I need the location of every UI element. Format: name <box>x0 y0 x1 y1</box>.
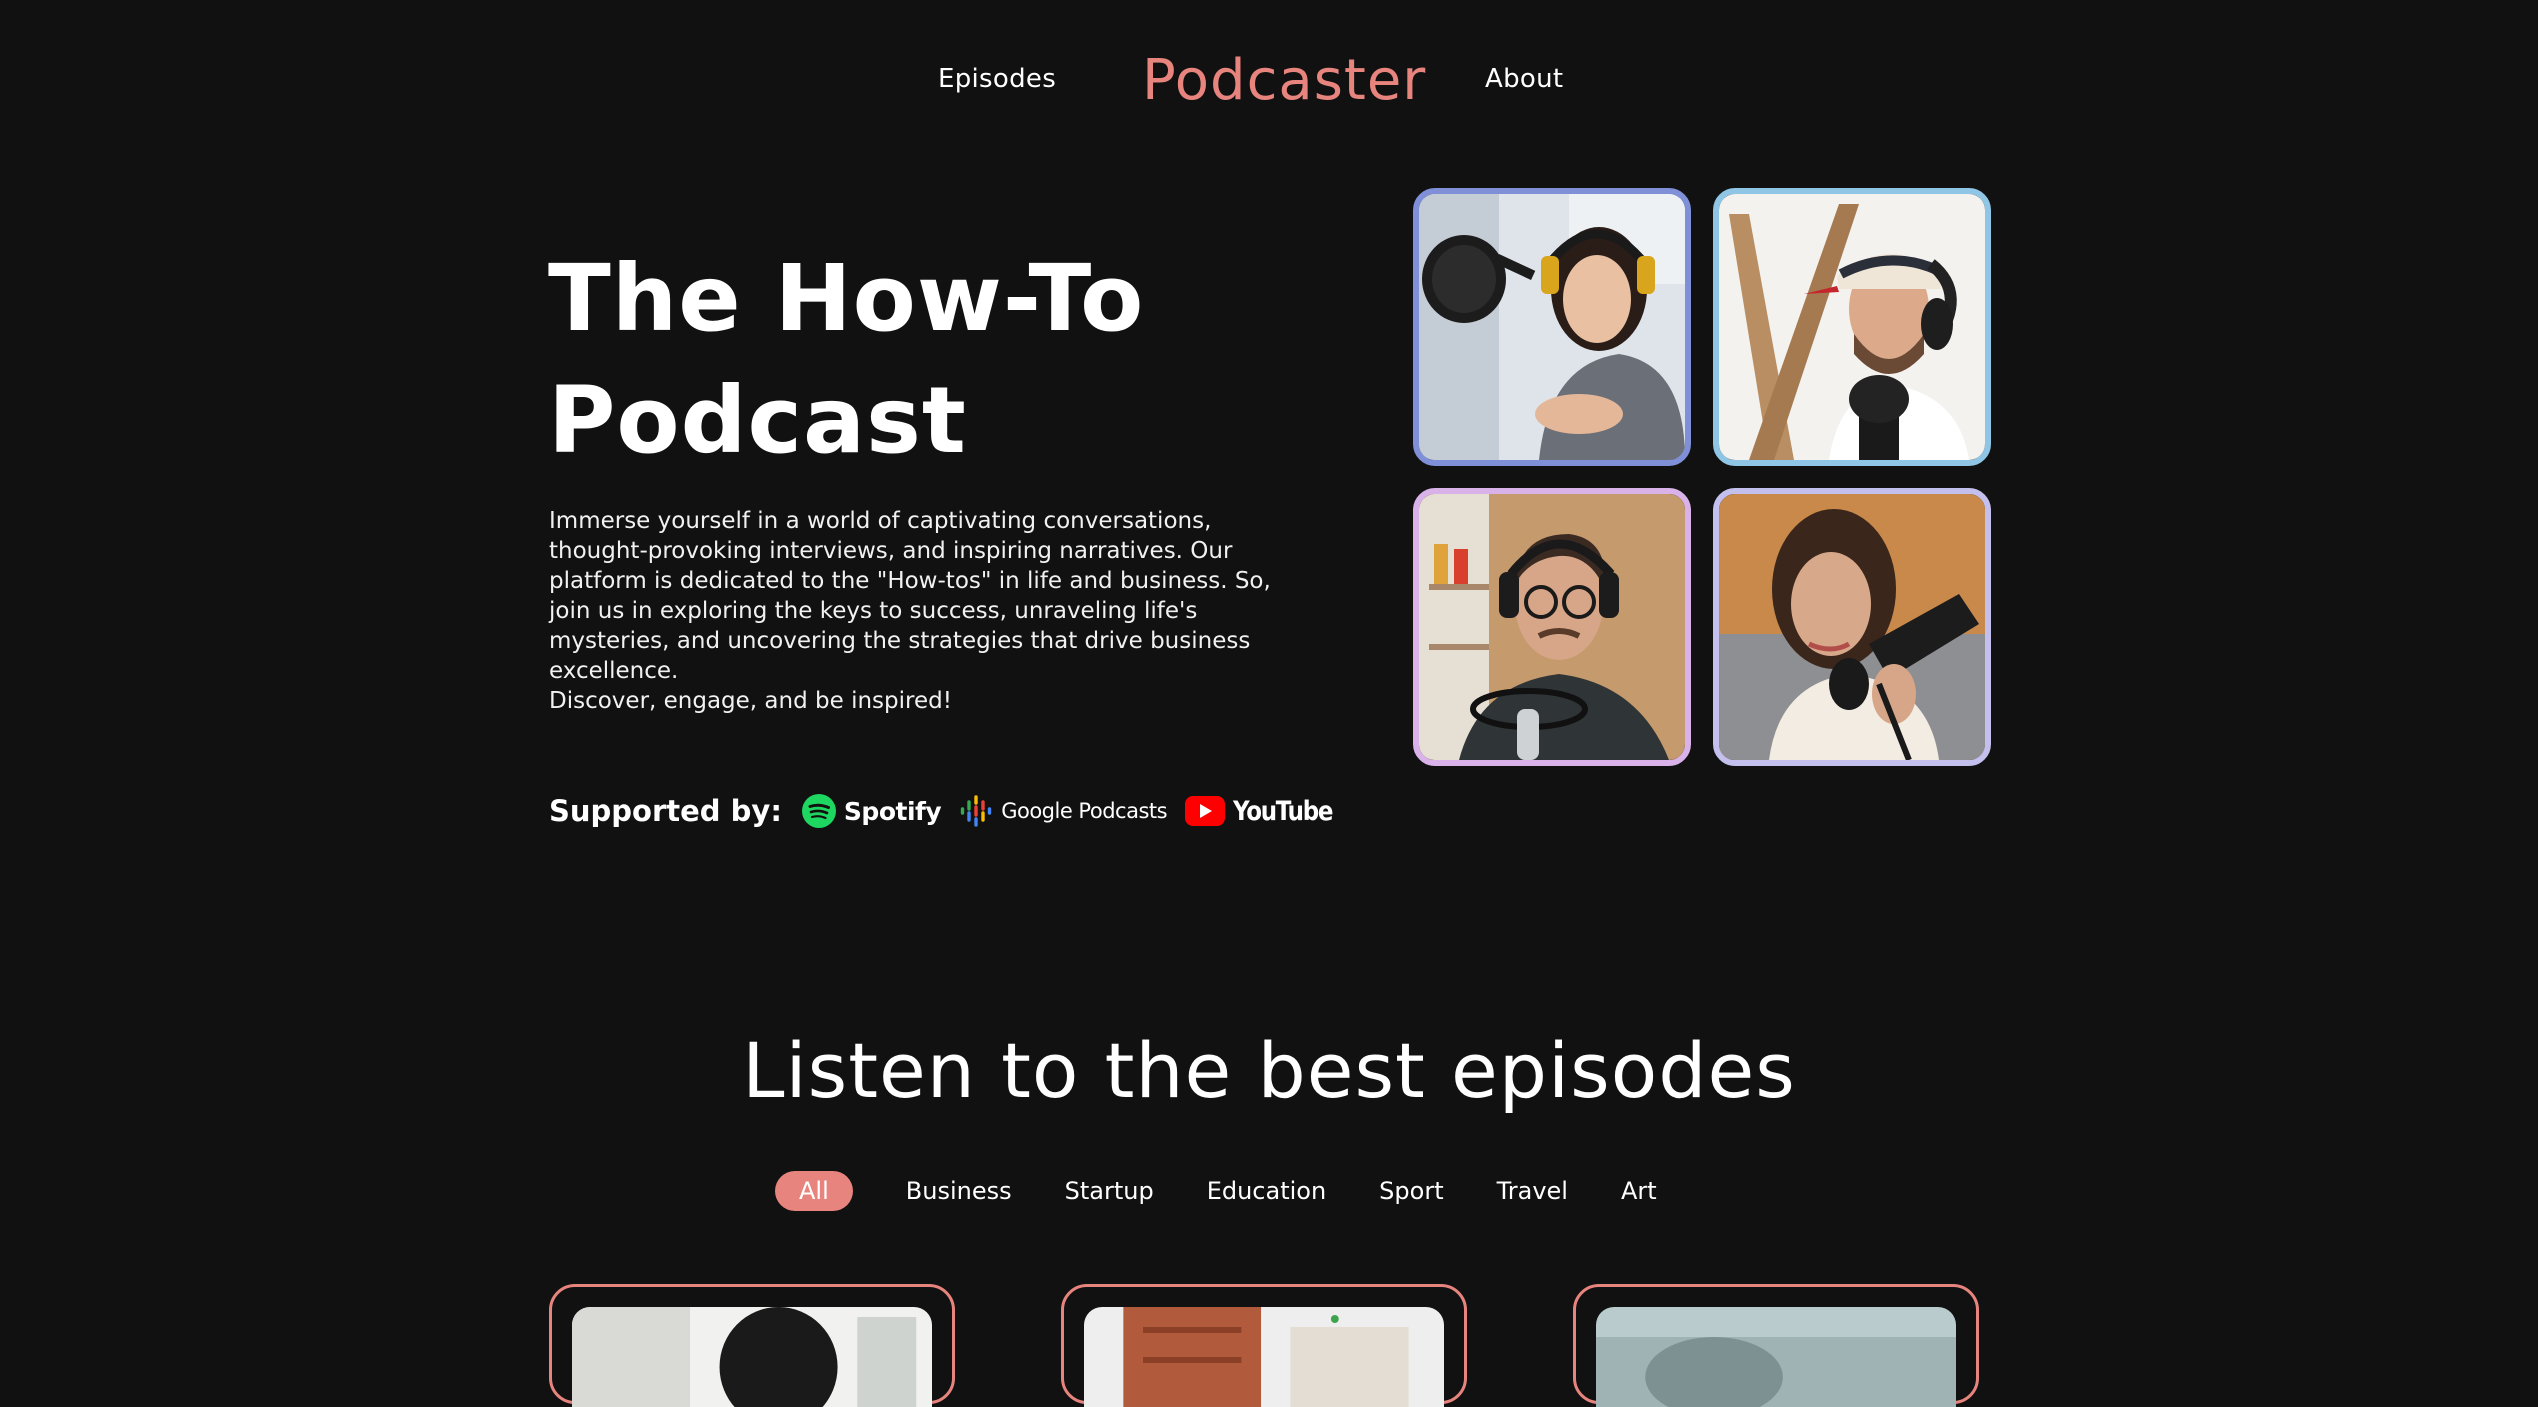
hero-title-line2: Podcast <box>548 367 967 474</box>
youtube-logo[interactable]: YouTube <box>1185 796 1350 827</box>
spotify-icon <box>801 794 836 828</box>
episode-thumbnail <box>1596 1307 1956 1407</box>
filter-business[interactable]: Business <box>906 1171 1012 1211</box>
filter-sport[interactable]: Sport <box>1379 1171 1443 1211</box>
woman-with-microphone-photo <box>1413 188 1691 466</box>
hero-title-line1: The How-To <box>548 245 1145 352</box>
episodes-section-title: Listen to the best episodes <box>742 1026 1796 1115</box>
filter-startup[interactable]: Startup <box>1065 1171 1154 1211</box>
category-filter-bar: All Business Startup Education Sport Tra… <box>775 1171 1657 1211</box>
woman-with-headphones-photo <box>1713 488 1991 766</box>
google-podcasts-icon <box>961 795 992 827</box>
spotify-wordmark: Spotify <box>843 796 942 826</box>
nav-episodes-link[interactable]: Episodes <box>938 64 1056 94</box>
hero-tagline: Discover, engage, and be inspired! <box>549 688 952 714</box>
nav-about-link[interactable]: About <box>1485 64 1563 94</box>
filter-all[interactable]: All <box>775 1171 853 1211</box>
filter-education[interactable]: Education <box>1207 1171 1326 1211</box>
episode-thumbnail <box>572 1307 932 1407</box>
episode-thumbnail <box>1084 1307 1444 1407</box>
man-with-glasses-photo <box>1413 488 1691 766</box>
episode-card[interactable] <box>549 1284 955 1407</box>
hero-title: The How-To Podcast <box>548 238 1248 482</box>
youtube-icon <box>1185 796 1226 826</box>
youtube-wordmark: YouTube <box>1233 795 1333 827</box>
google-podcasts-wordmark: Google Podcasts <box>1001 799 1168 823</box>
supported-by-row: Supported by: Spotify Google Podcasts Yo… <box>549 788 1350 834</box>
filter-travel[interactable]: Travel <box>1497 1171 1568 1211</box>
spotify-logo[interactable]: Spotify <box>801 794 942 828</box>
man-with-cap-photo <box>1713 188 1991 466</box>
google-podcasts-logo[interactable]: Google Podcasts <box>959 794 1168 828</box>
episode-card[interactable] <box>1573 1284 1979 1407</box>
filter-art[interactable]: Art <box>1621 1171 1657 1211</box>
brand-logo[interactable]: Podcaster <box>1142 48 1426 113</box>
supported-by-label: Supported by: <box>549 794 782 828</box>
episode-card[interactable] <box>1061 1284 1467 1407</box>
hero-description: Immerse yourself in a world of captivati… <box>549 508 1271 684</box>
